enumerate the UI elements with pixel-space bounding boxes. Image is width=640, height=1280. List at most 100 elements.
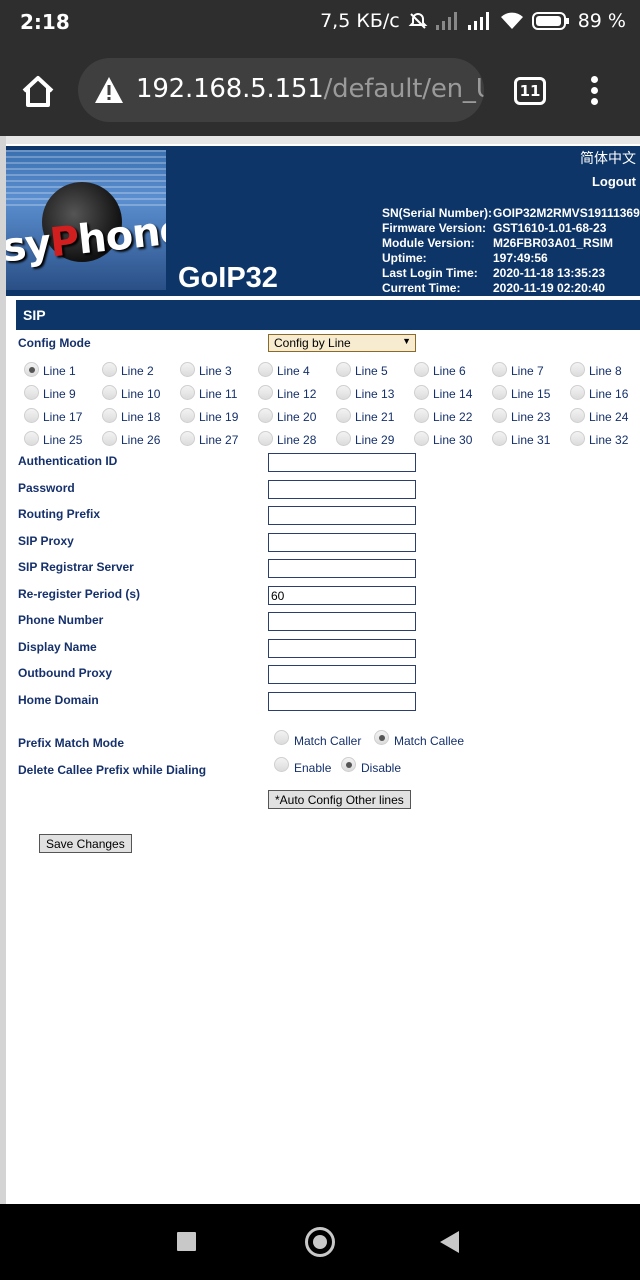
prefix-match-mode-radio[interactable] [274,730,289,745]
line-radio[interactable] [492,431,507,446]
line-radio[interactable] [570,408,585,423]
delete-callee-prefix-radio[interactable] [274,757,289,772]
prefix-match-mode-option-label: Match Callee [394,734,465,748]
outbound-proxy-label: Outbound Proxy [18,666,112,680]
line-radio[interactable] [336,362,351,377]
line-label: Line 1 [43,364,76,378]
line-radio[interactable] [24,385,39,400]
authentication-id-input[interactable] [268,453,416,472]
line-radio[interactable] [492,385,507,400]
prefix-match-mode-radio[interactable] [374,730,389,745]
home-button[interactable] [18,72,58,112]
url-bar[interactable]: 192.168.5.151/default/en_US [78,58,484,122]
browser-toolbar: 192.168.5.151/default/en_US 11 [0,44,640,136]
line-radio[interactable] [414,408,429,423]
line-radio[interactable] [180,385,195,400]
status-indicators: 7,5 КБ/с 89 % [320,10,626,32]
line-radio[interactable] [414,385,429,400]
line-label: Line 6 [433,364,466,378]
line-label: Line 17 [43,410,83,424]
line-radio[interactable] [180,431,195,446]
delete-callee-prefix-option-label: Enable [294,761,332,775]
back-button[interactable] [440,1231,459,1253]
display-name-input[interactable] [268,639,416,658]
line-label: Line 11 [199,387,238,401]
tab-switcher-button[interactable]: 11 [514,77,546,105]
info-value: 2020-11-19 02:20:40 [493,281,606,295]
prefix-match-mode-option-label: Match Caller [294,734,362,748]
line-label: Line 26 [121,433,161,447]
home-icon [22,76,54,107]
line-radio[interactable] [414,431,429,446]
line-radio[interactable] [180,408,195,423]
info-label: Current Time: [382,281,461,295]
line-label: Line 14 [433,387,473,401]
line-radio[interactable] [24,362,39,377]
line-radio[interactable] [258,385,273,400]
info-value: 2020-11-18 13:35:23 [493,266,606,280]
overflow-menu-icon[interactable] [582,76,606,108]
url-text[interactable]: 192.168.5.151/default/en_US [136,74,484,104]
line-radio[interactable] [258,431,273,446]
info-value: GOIP32M2RMVS19111369 [493,206,640,220]
delete-callee-prefix-radio[interactable] [341,757,356,772]
line-radio[interactable] [180,362,195,377]
save-changes-button[interactable]: Save Changes [39,834,132,853]
info-value: M26FBR03A01_RSIM [493,236,614,250]
line-label: Line 21 [355,410,395,424]
line-label: Line 23 [511,410,551,424]
line-radio[interactable] [492,362,507,377]
info-label: Firmware Version: [382,221,487,235]
line-radio[interactable] [336,408,351,423]
line-radio[interactable] [570,362,585,377]
config-mode-select[interactable]: Config by Line ▼ [268,334,416,352]
home-domain-label: Home Domain [18,693,99,707]
status-time: 2:18 [20,10,70,34]
password-label: Password [18,481,75,495]
status-bar: 2:18 7,5 КБ/с 89 % [0,0,640,44]
line-radio[interactable] [24,431,39,446]
warning-icon[interactable] [94,76,124,109]
signal-weak-icon [435,12,460,30]
phone-number-label: Phone Number [18,613,104,627]
line-radio[interactable] [414,362,429,377]
line-label: Line 8 [589,364,622,378]
phone-number-input[interactable] [268,612,416,631]
recents-button[interactable] [177,1232,196,1251]
authentication-id-label: Authentication ID [18,454,118,468]
line-label: Line 30 [433,433,473,447]
line-radio[interactable] [102,408,117,423]
line-radio[interactable] [102,362,117,377]
battery-icon [531,11,570,31]
sip-registrar-server-input[interactable] [268,559,416,578]
sip-proxy-input[interactable] [268,533,416,552]
auto-config-button[interactable]: *Auto Config Other lines [268,790,411,809]
line-label: Line 9 [43,387,76,401]
line-label: Line 25 [43,433,83,447]
web-page: syPhone GoIP32 简体中文 Logout SN(Serial Num… [0,136,640,1204]
password-input[interactable] [268,480,416,499]
line-radio[interactable] [102,385,117,400]
line-label: Line 24 [589,410,629,424]
logout-link[interactable]: Logout [592,174,636,189]
line-radio[interactable] [336,431,351,446]
line-radio[interactable] [492,408,507,423]
easyphone-logo: syPhone [6,150,166,290]
home-nav-button[interactable] [305,1227,335,1257]
line-radio[interactable] [102,431,117,446]
wifi-icon [500,12,524,30]
language-link[interactable]: 简体中文 [580,148,636,168]
routing-prefix-input[interactable] [268,506,416,525]
line-radio[interactable] [24,408,39,423]
outbound-proxy-input[interactable] [268,665,416,684]
info-label: Last Login Time: [382,266,478,280]
line-radio[interactable] [258,408,273,423]
line-radio[interactable] [570,385,585,400]
line-label: Line 16 [589,387,629,401]
re-register-period-s-input[interactable]: 60 [268,586,416,605]
home-domain-input[interactable] [268,692,416,711]
line-radio[interactable] [570,431,585,446]
line-radio[interactable] [336,385,351,400]
line-radio[interactable] [258,362,273,377]
page-header: syPhone GoIP32 简体中文 Logout SN(Serial Num… [6,146,640,296]
